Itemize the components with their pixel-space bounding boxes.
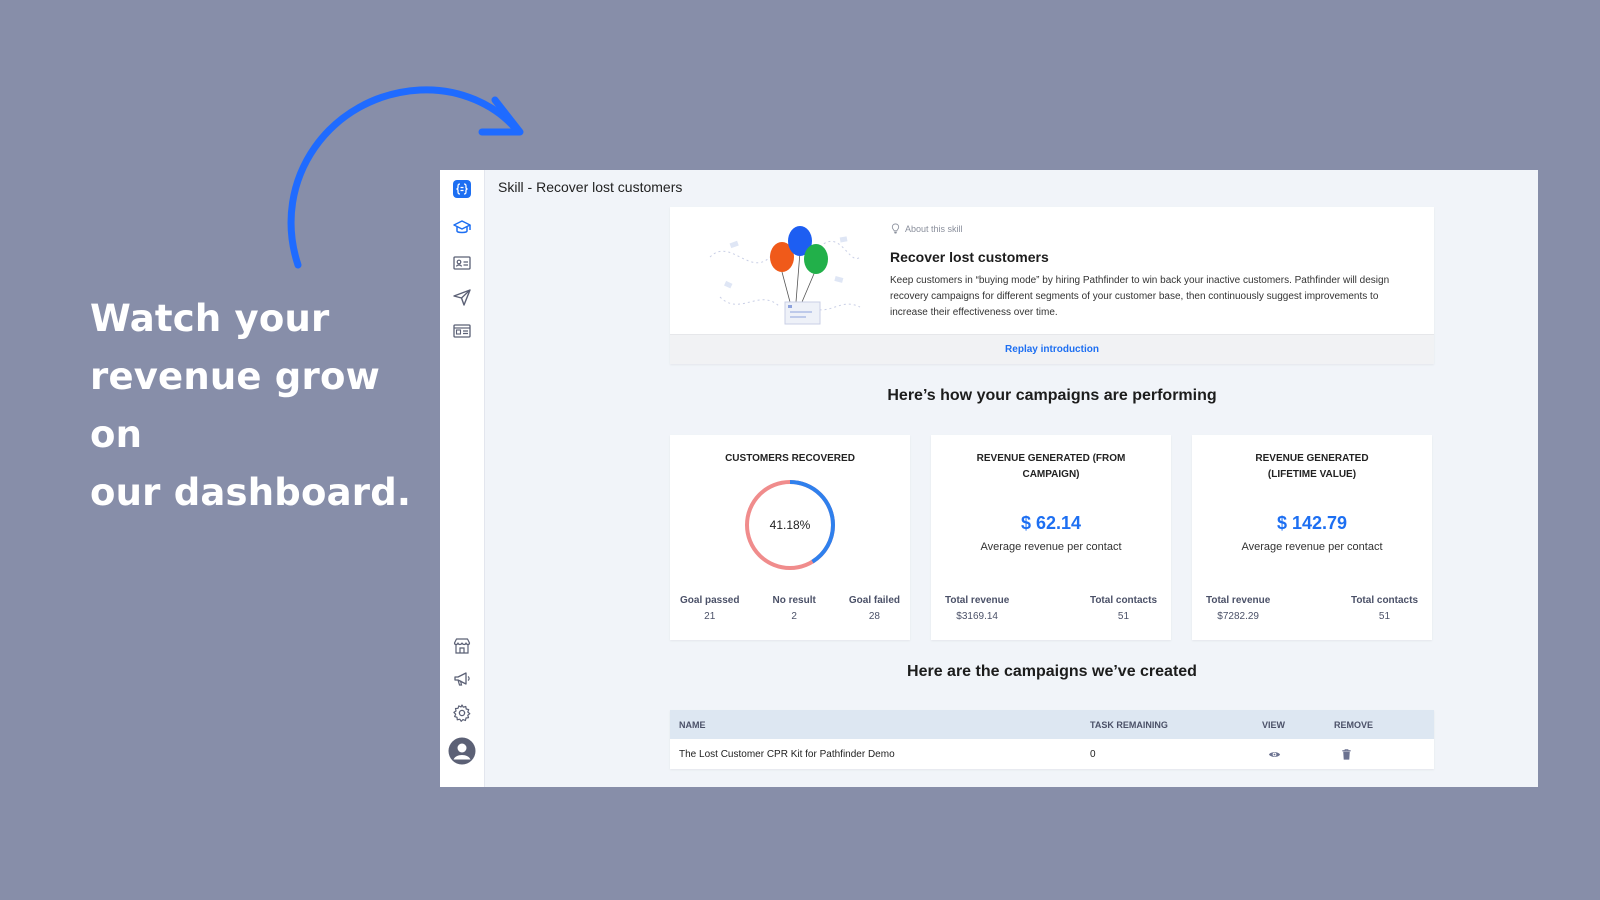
about-description: Keep customers in “buying mode” by hirin… [890,275,1390,318]
stat-value: $7282.29 [1217,611,1259,622]
column-header-view: VIEW [1262,719,1286,730]
promo-headline: Watch your revenue grow on our dashboard… [90,290,430,522]
replay-introduction-link[interactable]: Replay introduction [1005,344,1099,355]
storefront-icon[interactable] [450,634,474,658]
gear-icon[interactable] [450,701,474,725]
card-title: REVENUE GENERATED (LIFETIME VALUE) [1255,453,1369,480]
stat-label: Total contacts [1350,595,1418,606]
table-row: The Lost Customer CPR Kit for Pathfinder… [670,739,1434,769]
total-revenue-stat: Total revenue $7282.29 [1206,595,1270,622]
stat-value: $3169.14 [956,611,998,622]
main-content: Skill - Recover lost customers About thi… [485,170,1538,787]
revenue-lifetime-card: REVENUE GENERATED (LIFETIME VALUE) $ 142… [1192,435,1432,640]
average-revenue-label: Average revenue per contact [1241,541,1383,553]
about-footer: Replay introduction [670,334,1434,364]
paper-plane-icon[interactable] [450,285,474,309]
average-revenue-label: Average revenue per contact [980,541,1122,553]
trash-icon[interactable] [1334,748,1414,761]
card-title: REVENUE GENERATED (FROM CAMPAIGN) [976,453,1126,480]
stat-label: Total revenue [1206,595,1271,606]
customers-stats: Goal passed 21 No result 2 Goal failed 2… [680,595,900,622]
stat-value: 51 [1378,611,1391,622]
stat-value: 2 [791,611,797,622]
stat-value: 28 [868,611,880,622]
customers-recovered-card: CUSTOMERS RECOVERED 41.18% Goal passed 2… [670,435,910,640]
promo-line: revenue grow on [90,355,380,456]
campaigns-title: Here are the campaigns we’ve created [907,663,1197,680]
lightbulb-icon [891,223,900,234]
no-result-stat: No result 2 [773,595,816,622]
total-contacts-stat: Total contacts 51 [1351,595,1418,622]
revenue-stats: Total revenue $3169.14 Total contacts 51 [945,595,1157,622]
card-title: CUSTOMERS RECOVERED [725,453,855,464]
revenue-campaign-card: REVENUE GENERATED (FROM CAMPAIGN) $ 62.1… [931,435,1171,640]
user-avatar-icon[interactable] [448,737,476,765]
goal-passed-stat: Goal passed 21 [680,595,739,622]
sidebar [440,170,485,787]
graduation-cap-icon[interactable] [450,216,474,240]
promo-line: Watch your [90,297,330,340]
performance-title: Here’s how your campaigns are performing [887,387,1217,404]
revenue-stats: Total revenue $7282.29 Total contacts 51 [1206,595,1418,622]
stat-label: Goal failed [848,595,900,606]
average-revenue-value: $ 62.14 [1020,513,1082,533]
column-header-remove: REMOVE [1334,719,1374,730]
column-header-task[interactable]: TASK REMAINING [1090,720,1262,730]
eye-icon[interactable] [1262,748,1334,761]
newsletter-icon[interactable] [450,319,474,343]
average-revenue-value: $ 142.79 [1276,513,1348,533]
stat-label: Total revenue [945,595,1010,606]
balloons-illustration [709,226,861,325]
campaign-name: The Lost Customer CPR Kit for Pathfinder… [679,748,895,760]
column-header-name[interactable]: NAME [679,720,1099,730]
total-contacts-stat: Total contacts 51 [1090,595,1157,622]
stat-label: Goal passed [680,595,740,606]
goal-failed-stat: Goal failed 28 [849,595,900,622]
megaphone-icon[interactable] [450,667,474,691]
about-tag: About this skill [890,223,963,234]
table-header: NAME TASK REMAINING VIEW REMOVE [670,710,1434,739]
donut-percent-label: 41.18% [769,518,811,532]
about-title: Recover lost customers [890,249,1049,265]
logo-icon[interactable] [450,177,474,201]
stat-label: Total contacts [1089,595,1157,606]
stat-value: 51 [1117,611,1130,622]
task-remaining: 0 [1090,748,1096,760]
about-skill-card: About this skill Recover lost customers … [670,207,1434,364]
stat-label: No result [772,595,816,606]
stat-value: 21 [704,611,716,622]
page-title: Skill - Recover lost customers [498,179,683,195]
about-tag-label: About this skill [905,223,963,234]
app-window: Skill - Recover lost customers About thi… [440,170,1538,787]
promo-line: our dashboard. [90,471,412,514]
campaigns-table: NAME TASK REMAINING VIEW REMOVE The Lost… [670,710,1434,769]
total-revenue-stat: Total revenue $3169.14 [945,595,1009,622]
contact-card-icon[interactable] [450,251,474,275]
